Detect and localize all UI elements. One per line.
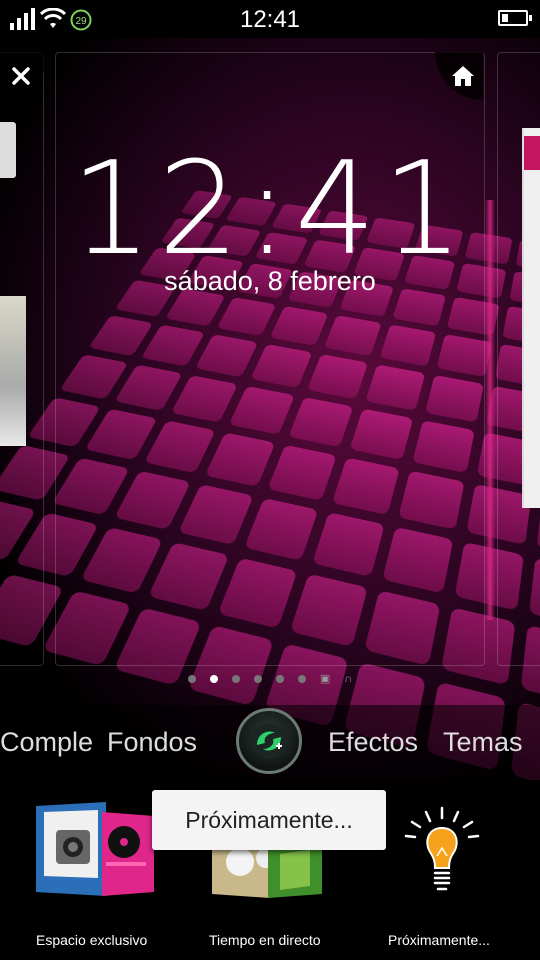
tab-complementos[interactable]: Comple xyxy=(0,727,93,758)
close-icon xyxy=(12,67,30,85)
lightbulb-icon xyxy=(404,806,480,898)
tab-temas[interactable]: Temas xyxy=(443,727,523,758)
swirl-add-icon xyxy=(247,719,291,763)
page-dot[interactable] xyxy=(276,675,284,683)
exclusive-space-item[interactable] xyxy=(36,800,158,900)
image-icon[interactable]: ▣ xyxy=(320,675,330,683)
tab-fondos[interactable]: Fondos xyxy=(107,727,197,758)
lockscreen-clock: 12:41 xyxy=(0,135,540,284)
live-weather-label: Tiempo en directo xyxy=(209,932,321,948)
coming-soon-label: Próximamente... xyxy=(388,932,490,948)
exclusive-space-label: Espacio exclusivo xyxy=(36,932,147,948)
page-indicator[interactable]: ▣ ∩ xyxy=(0,675,540,683)
page-dot[interactable] xyxy=(254,675,262,683)
home-icon xyxy=(451,65,475,87)
coming-soon-tooltip: Próximamente... xyxy=(152,790,386,850)
status-bar: 29 12:41 xyxy=(0,0,540,38)
page-dot[interactable] xyxy=(298,675,306,683)
battery-icon xyxy=(498,10,528,26)
tab-efectos[interactable]: Efectos xyxy=(328,727,418,758)
battery-fill xyxy=(502,14,508,22)
page-dot[interactable] xyxy=(210,675,218,683)
coming-soon-item[interactable] xyxy=(404,806,480,898)
exclusive-space-icon xyxy=(36,800,158,900)
status-time: 12:41 xyxy=(0,6,540,34)
headphones-icon[interactable]: ∩ xyxy=(344,675,352,683)
page-dot[interactable] xyxy=(232,675,240,683)
lockscreen-date: sábado, 8 febrero xyxy=(0,266,540,297)
page-dot[interactable] xyxy=(188,675,196,683)
add-widget-button[interactable] xyxy=(236,708,302,774)
